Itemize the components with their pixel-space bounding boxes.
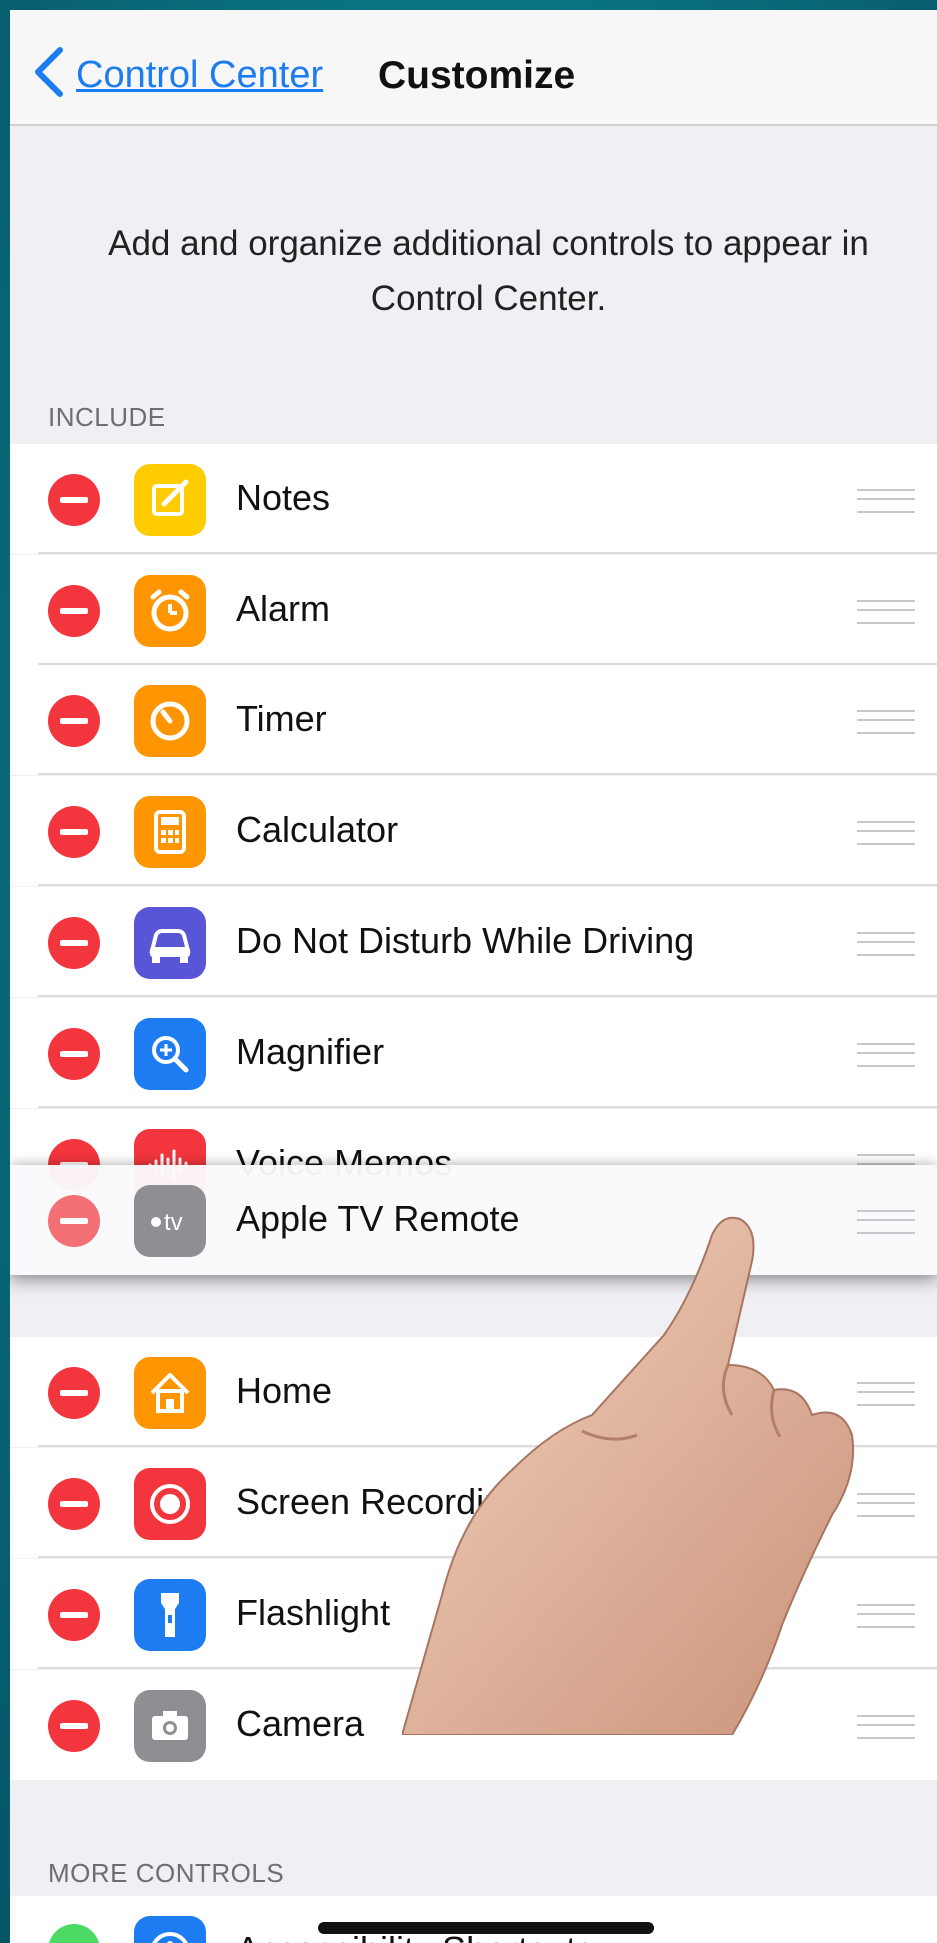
- remove-button[interactable]: [48, 1028, 100, 1080]
- reorder-handle-icon[interactable]: [857, 600, 915, 624]
- remove-button[interactable]: [48, 474, 100, 526]
- remove-button[interactable]: [48, 1478, 100, 1530]
- include-section-header: INCLUDE: [48, 402, 166, 432]
- item-label: Magnifier: [236, 1031, 385, 1072]
- navigation-bar: Control Center Customize: [10, 10, 937, 126]
- apple-tv-icon: tv: [134, 1185, 206, 1257]
- list-item: Magnifier: [10, 998, 937, 1108]
- item-label: Timer: [236, 698, 327, 739]
- item-label: Notes: [236, 477, 331, 518]
- remove-button[interactable]: [48, 917, 100, 969]
- more-controls-section-header: MORE CONTROLS: [48, 1858, 285, 1888]
- row-separator: [38, 552, 937, 554]
- accessibility-icon: [134, 1916, 206, 1943]
- page-title: Customize: [378, 54, 576, 97]
- car-icon: [134, 907, 206, 979]
- remove-button[interactable]: [48, 695, 100, 747]
- item-label: Flashlight: [236, 1592, 391, 1633]
- list-item: Accessibility Shortcuts: [10, 1896, 937, 1943]
- remove-button[interactable]: [48, 1195, 100, 1247]
- row-separator: [38, 1106, 937, 1108]
- reorder-handle-icon[interactable]: [857, 1043, 915, 1067]
- remove-button[interactable]: [48, 1589, 100, 1641]
- svg-text:tv: tv: [164, 1209, 183, 1236]
- list-item: Timer: [10, 665, 937, 775]
- item-label: Calculator: [236, 809, 399, 850]
- item-label: Alarm: [236, 588, 331, 629]
- row-separator: [38, 995, 937, 997]
- screen-recording-icon: [134, 1468, 206, 1540]
- back-button[interactable]: Control Center: [76, 54, 323, 97]
- list-item: Alarm: [10, 555, 937, 665]
- description-text: Add and organize additional controls to …: [108, 224, 869, 318]
- notes-icon: [134, 464, 206, 536]
- reorder-handle-icon[interactable]: [857, 821, 915, 845]
- list-item: Notes: [10, 444, 937, 554]
- row-separator: [38, 773, 937, 775]
- item-label: Camera: [236, 1703, 365, 1744]
- remove-button[interactable]: [48, 806, 100, 858]
- item-label: Home: [236, 1370, 333, 1411]
- remove-button[interactable]: [48, 1700, 100, 1752]
- add-button[interactable]: [48, 1924, 100, 1943]
- calculator-icon: [134, 796, 206, 868]
- remove-button[interactable]: [48, 585, 100, 637]
- alarm-icon: [134, 575, 206, 647]
- row-separator: [38, 884, 937, 886]
- back-chevron-icon[interactable]: [32, 46, 66, 98]
- settings-screen: Control Center Customize Add and organiz…: [10, 10, 937, 1943]
- flashlight-icon: [134, 1579, 206, 1651]
- pointing-hand-icon: [402, 1216, 855, 1735]
- home-icon: [134, 1357, 206, 1429]
- magnifier-icon: [134, 1018, 206, 1090]
- reorder-handle-icon[interactable]: [857, 489, 915, 513]
- item-label: Do Not Disturb While Driving: [236, 920, 695, 961]
- timer-icon: [134, 685, 206, 757]
- list-item: Do Not Disturb While Driving: [10, 887, 937, 997]
- camera-icon: [134, 1690, 206, 1762]
- reorder-handle-icon[interactable]: [857, 932, 915, 956]
- remove-button[interactable]: [48, 1367, 100, 1419]
- reorder-handle-icon[interactable]: [857, 710, 915, 734]
- home-indicator[interactable]: [318, 1922, 654, 1934]
- list-item: Calculator: [10, 776, 937, 886]
